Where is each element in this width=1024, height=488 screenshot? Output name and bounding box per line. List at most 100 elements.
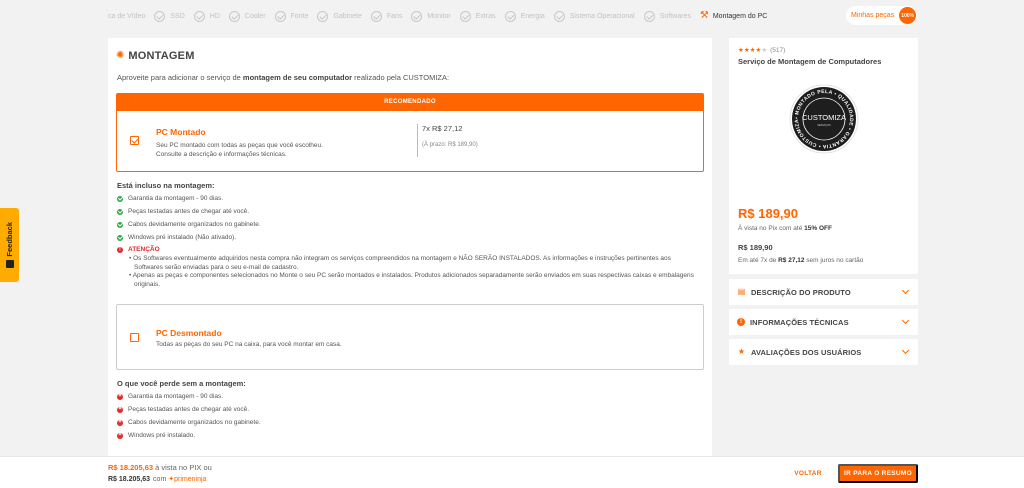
intro-post: realizado pela CUSTOMIZA:	[352, 73, 450, 82]
recommended-badge: RECOMENDADO	[117, 94, 703, 111]
warning-icon	[117, 246, 123, 254]
intro-pre: Aproveite para adicionar o serviço de	[117, 73, 243, 82]
step-montagem-active[interactable]: ⚒ Montagem do PC	[700, 11, 767, 21]
total-pix-suffix: à vista no PIX ou	[153, 463, 212, 472]
step-fonte[interactable]: Fonte	[274, 10, 309, 22]
rating[interactable]: ★ ★ ★ ★ ★ (517)	[738, 46, 786, 55]
check-circle-icon	[317, 10, 329, 22]
accordion-reviews[interactable]: ★ AVALIAÇÕES DOS USUÁRIOS	[729, 339, 918, 365]
accordion-technical-info[interactable]: ! INFORMAÇÕES TÉCNICAS	[729, 309, 918, 335]
go-to-summary-button[interactable]: IR PARA O RESUMO	[838, 464, 918, 483]
step-ssd[interactable]: SSD	[154, 10, 185, 22]
my-parts-label: Minhas peças	[851, 12, 895, 19]
step-video-card[interactable]: ca de Vídeo	[108, 13, 145, 20]
check-circle-icon	[370, 10, 382, 22]
step-fans[interactable]: Fans	[370, 10, 403, 22]
feedback-label: Feedback	[5, 221, 14, 257]
customiza-seal-image: • MONTADO PELA • QUALIDADE • GARANTIA • …	[789, 84, 859, 154]
check-icon	[117, 234, 123, 241]
step-softwares[interactable]: Softwares	[643, 10, 691, 22]
inst-pre: Em até 7x de	[738, 257, 779, 264]
step-label: Fans	[386, 12, 403, 20]
lost-item: Windows pré instalado.	[117, 431, 196, 440]
check-icon	[117, 195, 123, 202]
item-text: Windows pré instalado.	[128, 432, 196, 439]
svg-text:SERVIÇOS: SERVIÇOS	[817, 123, 831, 127]
section-title: MONTAGEM	[128, 50, 195, 62]
assembled-price: 7x R$ 27,12 (À prazo: R$ 189,90)	[417, 124, 478, 157]
step-gabinete[interactable]: Gabinete	[317, 10, 362, 22]
product-card: ★ ★ ★ ★ ★ (517) Serviço de Montagem de C…	[729, 38, 918, 274]
included-item: Peças testadas antes de chegar até você.	[117, 208, 249, 215]
step-label: Fonte	[290, 12, 309, 20]
assembly-panel: ✺ MONTAGEM Aproveite para adicionar o se…	[108, 38, 712, 458]
attention-note: • Apenas as peças e componentes selecion…	[129, 272, 694, 288]
option-pc-disassembled[interactable]: PC Desmontado Todas as peças do seu PC n…	[116, 304, 704, 370]
pix-price: R$ 189,90	[738, 206, 798, 221]
chevron-down-icon	[901, 286, 910, 295]
step-cooler[interactable]: Cooler	[228, 10, 266, 22]
item-text: Garantia da montagem - 90 dias.	[128, 393, 224, 400]
step-label: Gabinete	[333, 12, 362, 20]
my-parts-button[interactable]: Minhas peças 100%	[846, 6, 918, 25]
x-icon	[117, 418, 123, 427]
accordion-description[interactable]: ▤ DESCRIÇÃO DO PRODUTO	[729, 279, 918, 305]
item-text: Cabos devidamente organizados no gabinet…	[128, 221, 261, 228]
attention-notes: • Os Softwares eventualmente adquiridos …	[127, 255, 697, 289]
option-pc-assembled[interactable]: RECOMENDADO PC Montado Seu PC montado co…	[116, 93, 704, 172]
back-button[interactable]: VOLTAR	[784, 464, 832, 483]
pix-pre: À vista no Pix com até	[738, 225, 805, 232]
intro-bold: montagem de seu computador	[242, 73, 353, 82]
included-item: Cabos devidamente organizados no gabinet…	[117, 221, 261, 228]
x-icon	[117, 405, 123, 414]
primeninja-brand: primeninja	[174, 476, 207, 483]
x-icon	[117, 431, 123, 440]
review-count: (517)	[770, 46, 786, 54]
included-item: Garantia da montagem - 90 dias.	[117, 195, 223, 202]
step-extras[interactable]: Extras	[459, 10, 496, 22]
check-circle-icon	[459, 10, 471, 22]
assembled-checkbox[interactable]	[130, 136, 139, 145]
check-circle-icon	[411, 10, 423, 22]
x-icon	[117, 392, 123, 401]
gear-icon: ✺	[116, 50, 125, 61]
check-circle-icon	[553, 10, 565, 22]
step-label: ca de Vídeo	[108, 12, 146, 20]
included-item: Windows pré instalado (Não ativado).	[117, 234, 236, 241]
inst-value: R$ 27,12	[778, 257, 805, 264]
total-pix: R$ 18.205,63 à vista no PIX ou	[108, 463, 212, 472]
disassembled-checkbox[interactable]	[130, 333, 139, 342]
tools-icon: ⚒	[699, 10, 709, 21]
document-icon: ▤	[737, 287, 746, 296]
option-description: Seu PC montado com todas as peças que vo…	[156, 141, 323, 159]
step-label: Montagem do PC	[712, 12, 768, 20]
check-circle-icon	[504, 10, 516, 22]
option-title: PC Desmontado	[156, 328, 222, 338]
step-sistema-operacional[interactable]: Sistema Operacional	[553, 10, 635, 22]
check-icon	[117, 221, 123, 228]
lost-heading: O que você perde sem a montagem:	[117, 379, 246, 388]
feedback-tab[interactable]: Feedback	[0, 208, 19, 282]
item-text: Peças testadas antes de chegar até você.	[128, 406, 250, 413]
lost-item: Garantia da montagem - 90 dias.	[117, 392, 224, 401]
info-icon: !	[737, 318, 745, 326]
check-icon	[117, 208, 123, 215]
feedback-icon	[5, 260, 14, 269]
step-monitor[interactable]: Monitor	[411, 10, 451, 22]
installments-text: Em até 7x de R$ 27,12 sem juros no cartã…	[738, 257, 863, 264]
accordion-label: INFORMAÇÕES TÉCNICAS	[750, 317, 849, 327]
step-label: HD	[209, 12, 220, 20]
step-label: Extras	[475, 12, 496, 20]
step-label: Cooler	[244, 12, 266, 20]
checkout-bar: R$ 18.205,63 à vista no PIX ou R$ 18.205…	[0, 456, 1024, 488]
attention-label: ATENÇÃO	[117, 246, 160, 254]
total-ninja-value: R$ 18.205,63	[108, 475, 151, 483]
product-name: Serviço de Montagem de Computadores	[738, 57, 882, 66]
step-hd[interactable]: HD	[193, 10, 220, 22]
pix-off: 15% OFF	[804, 225, 832, 232]
step-energia[interactable]: Energia	[504, 10, 545, 22]
attention-note: • Os Softwares eventualmente adquiridos …	[129, 255, 671, 271]
item-text: Windows pré instalado (Não ativado).	[128, 234, 237, 241]
star-icon: ★	[737, 347, 746, 356]
chevron-down-icon	[901, 346, 910, 355]
